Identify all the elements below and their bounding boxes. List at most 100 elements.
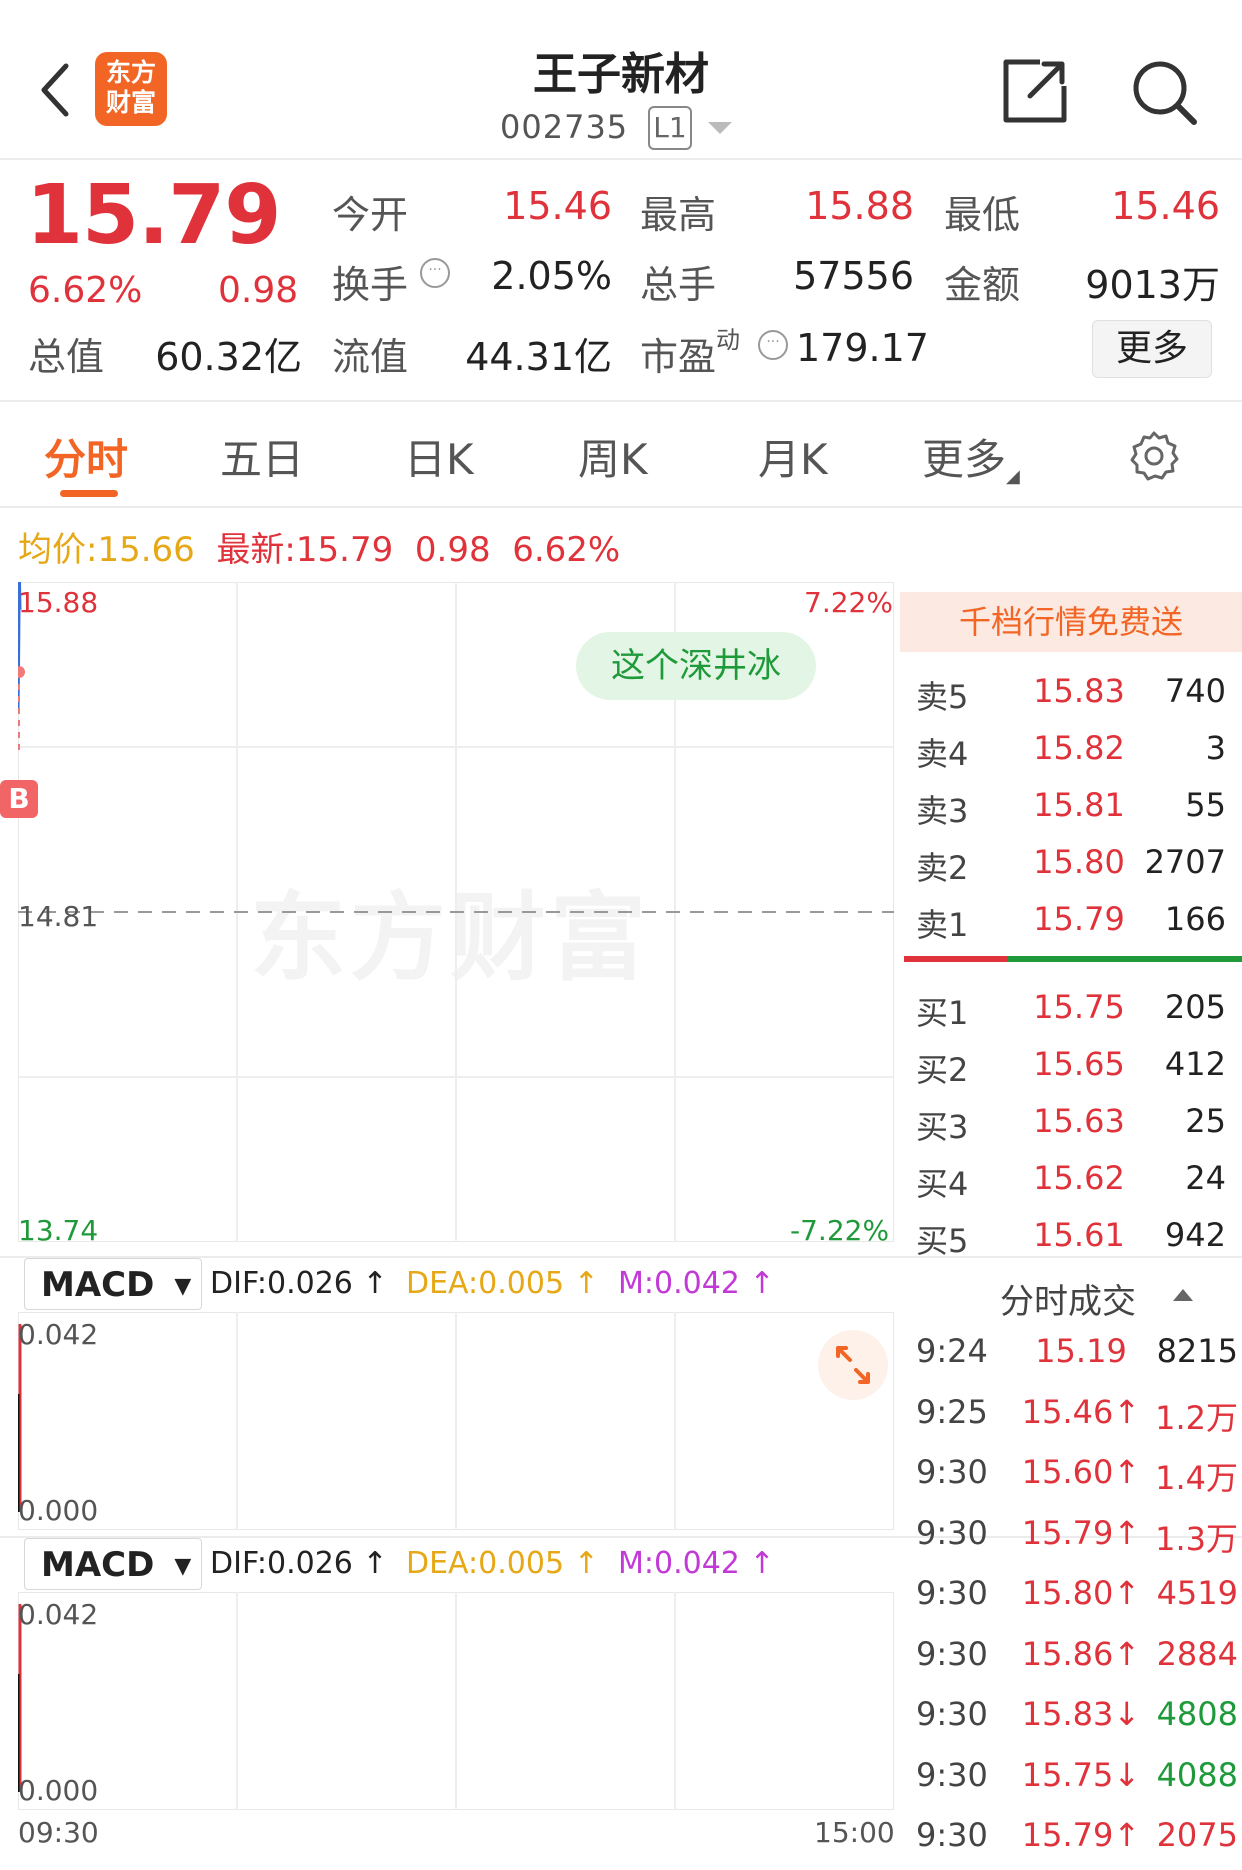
info-icon[interactable]: ··· xyxy=(420,258,450,288)
ticks-header[interactable]: 分时成交 xyxy=(1000,1274,1136,1323)
divider xyxy=(0,506,1242,508)
tick-price: 15.86↑ xyxy=(1021,1634,1141,1673)
macd-selector[interactable]: MACD ▼ xyxy=(24,1258,202,1310)
bid-row: 买2 15.65 412 xyxy=(900,1037,1242,1093)
turnover-value: 2.05% xyxy=(491,254,612,298)
x-start-label: 09:30 xyxy=(18,1816,99,1849)
tick-row: 9:30 15.79↑ 2075 xyxy=(900,1810,1242,1870)
pct-max-label: 7.22% xyxy=(804,586,893,619)
open-label: 今开 xyxy=(332,193,409,237)
low-value: 15.46 xyxy=(1111,184,1220,228)
ask-row: 卖1 15.79 166 xyxy=(900,892,1242,948)
avg-price-line: 均价:15.66 最新:15.79 0.98 6.62% xyxy=(18,530,621,570)
share-icon[interactable] xyxy=(1000,56,1070,126)
dropdown-caret-icon: ▼ xyxy=(174,1273,192,1299)
tick-row: 9:30 15.83↓ 4808 xyxy=(900,1689,1242,1749)
level-volume: 166 xyxy=(1164,900,1226,938)
dropdown-caret-icon[interactable] xyxy=(708,122,732,134)
tick-time: 9:30 xyxy=(916,1755,988,1794)
level2-promo-banner[interactable]: 千档行情免费送 xyxy=(900,592,1242,652)
level-volume: 55 xyxy=(1185,786,1226,824)
bid-row: 买1 15.75 205 xyxy=(900,980,1242,1036)
info-icon[interactable]: ··· xyxy=(758,330,788,360)
level-label: 买4 xyxy=(916,1165,969,1203)
bid-row: 买5 15.61 942 xyxy=(900,1208,1242,1264)
level-label: 卖2 xyxy=(916,849,969,887)
top-bar: 东方 财富 王子新材 002735 L1 xyxy=(0,0,1242,160)
level-price: 15.82 xyxy=(1033,729,1125,767)
collapse-caret-icon[interactable] xyxy=(1172,1288,1194,1302)
tab-weekly-k[interactable]: 周K xyxy=(578,426,648,487)
pct-min-label: -7.22% xyxy=(790,1214,890,1247)
ask-row: 卖4 15.82 3 xyxy=(900,721,1242,777)
macd-bottom-label: 0.000 xyxy=(18,1494,99,1527)
level-label: 买5 xyxy=(916,1222,969,1260)
tick-time: 9:30 xyxy=(916,1513,988,1552)
mktcap-label: 总值 xyxy=(28,335,105,379)
pe-superscript: 动 xyxy=(716,326,740,354)
tick-volume: 1.4万 xyxy=(1155,1459,1238,1497)
tick-price: 15.46↑ xyxy=(1021,1392,1141,1431)
tick-row: 9:30 15.60↑ 1.4万 xyxy=(900,1447,1242,1507)
tick-row: 9:30 15.79↑ 1.3万 xyxy=(900,1508,1242,1568)
bid-ratio-bar xyxy=(1008,956,1242,962)
tab-more[interactable]: 更多◢ xyxy=(922,426,1020,487)
level-label: 买3 xyxy=(916,1108,969,1146)
macd-selector[interactable]: MACD ▼ xyxy=(24,1538,202,1590)
level-volume: 24 xyxy=(1185,1159,1226,1197)
more-quote-button[interactable]: 更多 xyxy=(1092,320,1212,378)
tick-row: 9:30 15.86↑ 2884 xyxy=(900,1629,1242,1689)
tab-monthly-k[interactable]: 月K xyxy=(758,426,828,487)
tick-time: 9:30 xyxy=(916,1816,988,1854)
low-label: 最低 xyxy=(944,193,1021,237)
level-price: 15.61 xyxy=(1033,1216,1125,1254)
bid-row: 买4 15.62 24 xyxy=(900,1151,1242,1207)
pe-value: 179.17 xyxy=(796,326,929,370)
tick-time: 9:30 xyxy=(916,1574,988,1612)
tick-row: 9:25 15.46↑ 1.2万 xyxy=(900,1387,1242,1447)
tick-volume: 1.3万 xyxy=(1155,1519,1238,1558)
tick-row: 9:30 15.80↑ 4519 xyxy=(900,1568,1242,1628)
dif-value: DIF:0.026 ↑ xyxy=(210,1266,388,1301)
tick-time: 9:30 xyxy=(916,1695,988,1733)
macd-chart[interactable] xyxy=(18,1312,894,1530)
tick-price: 15.60↑ xyxy=(1021,1453,1141,1491)
amount-label: 金额 xyxy=(944,263,1021,307)
tick-row: 9:24 15.19 8215 xyxy=(900,1326,1242,1386)
dea-value: DEA:0.005 ↑ xyxy=(406,1266,599,1301)
tab-daily-k[interactable]: 日K xyxy=(404,426,474,487)
tick-price: 15.79↑ xyxy=(1021,1513,1141,1552)
macd-top-label: 0.042 xyxy=(18,1598,99,1631)
level-label: 买2 xyxy=(916,1051,969,1089)
volume-label: 总手 xyxy=(640,263,717,307)
tab-intraday[interactable]: 分时 xyxy=(44,426,128,487)
change-amount: 0.98 xyxy=(218,270,299,311)
level-price: 15.63 xyxy=(1033,1102,1125,1140)
dea-value: DEA:0.005 ↑ xyxy=(406,1546,599,1581)
tick-volume: 4808 xyxy=(1156,1695,1238,1733)
tick-time: 9:24 xyxy=(916,1332,988,1370)
turnover-label: 换手 xyxy=(332,263,409,307)
y-mid-label: 14.81 xyxy=(18,900,99,933)
macd-chart[interactable] xyxy=(18,1592,894,1810)
level-badge[interactable]: L1 xyxy=(648,106,692,150)
buy-marker[interactable]: B xyxy=(0,780,38,818)
float-value: 44.31亿 xyxy=(465,335,612,379)
comment-bubble[interactable]: 这个深井冰 xyxy=(576,632,816,700)
tick-volume: 2884 xyxy=(1156,1634,1238,1673)
high-label: 最高 xyxy=(640,193,717,237)
expand-button[interactable] xyxy=(818,1330,888,1400)
tab-five-day[interactable]: 五日 xyxy=(220,426,304,487)
macd-bottom-label: 0.000 xyxy=(18,1774,99,1807)
level-volume: 412 xyxy=(1164,1045,1226,1083)
level-volume: 205 xyxy=(1164,988,1226,1026)
ask-row: 卖3 15.81 55 xyxy=(900,778,1242,834)
active-tab-indicator xyxy=(60,490,118,497)
dif-value: DIF:0.026 ↑ xyxy=(210,1546,388,1581)
level-volume: 942 xyxy=(1164,1216,1226,1254)
volume-value: 57556 xyxy=(793,254,914,298)
tick-price: 15.80↑ xyxy=(1021,1574,1141,1612)
search-icon[interactable] xyxy=(1128,56,1200,128)
expand-icon xyxy=(836,1346,870,1384)
gear-icon[interactable] xyxy=(1128,430,1180,482)
